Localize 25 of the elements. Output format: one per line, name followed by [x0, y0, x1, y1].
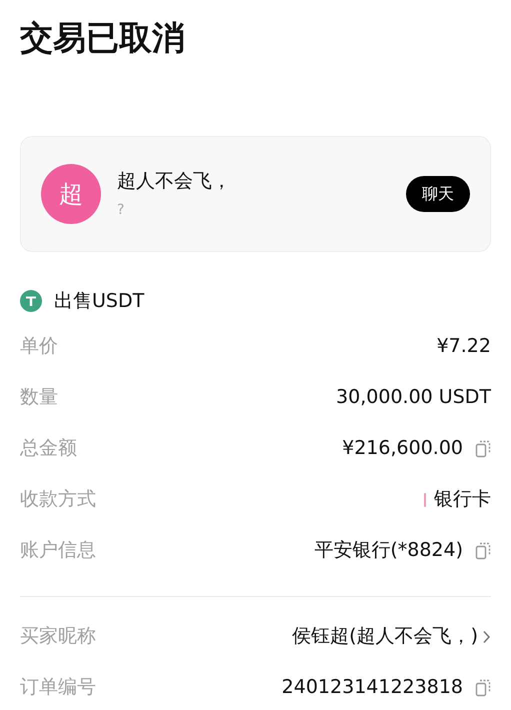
- avatar: 超: [41, 164, 101, 224]
- chevron-right-icon[interactable]: [482, 630, 491, 644]
- copy-icon[interactable]: [475, 678, 491, 696]
- detail-value: ¥7.22: [436, 334, 491, 360]
- copy-icon[interactable]: [475, 542, 491, 560]
- page-title: 交易已取消: [20, 17, 186, 59]
- detail-value: 240123141223818: [282, 675, 463, 700]
- detail-value: 30,000.00 USDT: [336, 385, 491, 410]
- detail-label: 数量: [20, 385, 58, 410]
- detail-label: 总金额: [20, 436, 77, 462]
- detail-label: 收款方式: [20, 487, 96, 512]
- detail-value: 平安银行(*8824): [314, 538, 463, 564]
- detail-label: 账户信息: [20, 538, 96, 564]
- tether-icon: [20, 290, 42, 312]
- chat-button[interactable]: 聊天: [406, 176, 470, 212]
- detail-label: 买家昵称: [20, 624, 96, 650]
- detail-value: 银行卡: [434, 487, 491, 512]
- copy-icon[interactable]: [475, 440, 491, 458]
- counterparty-name: 超人不会飞，: [117, 169, 232, 194]
- detail-value: ¥216,600.00: [342, 436, 463, 462]
- detail-label: 单价: [20, 334, 58, 360]
- counterparty-status: ?: [117, 200, 126, 220]
- detail-value: 侯钰超(超人不会飞，): [292, 624, 478, 650]
- order-type: 出售USDT: [54, 288, 144, 314]
- detail-label: 订单编号: [20, 675, 96, 700]
